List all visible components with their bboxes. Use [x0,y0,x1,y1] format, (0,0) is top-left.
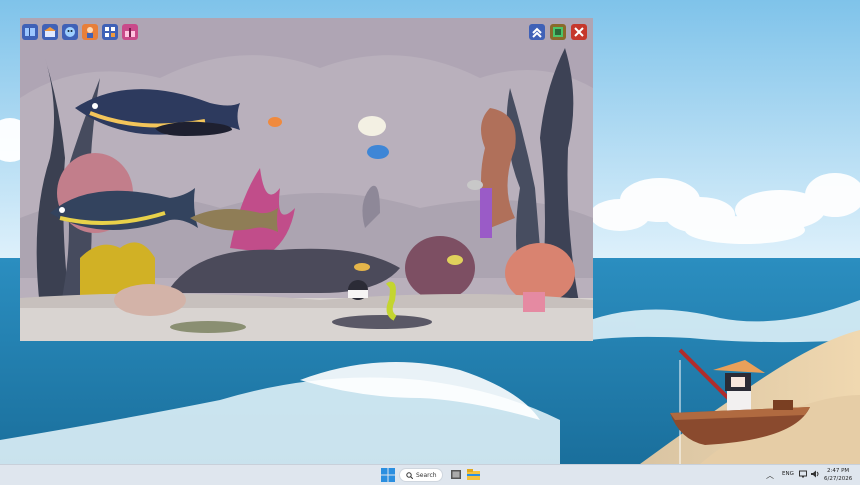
clock[interactable]: 2:47 PM 6/27/2026 [824,467,852,483]
window-icon[interactable] [550,24,566,40]
language-indicator[interactable]: ENG [782,471,794,477]
fisherman-boat-character[interactable] [665,345,815,465]
tray-chevron-up-icon[interactable]: ︿ [766,470,774,481]
windows-start-icon[interactable] [381,468,395,482]
task-view-icon[interactable] [451,469,461,480]
collapse-icon[interactable] [529,24,545,40]
aquarium-game-window[interactable] [20,18,593,341]
clock-date: 6/27/2026 [824,476,853,482]
gift-icon[interactable] [122,24,138,40]
display-icon[interactable] [799,470,807,478]
game-toolbar-left [22,24,138,40]
character-icon[interactable] [82,24,98,40]
taskbar-search[interactable]: Search [399,468,443,482]
clock-time: 2:47 PM [827,468,850,474]
search-label: Search [416,471,437,479]
aquarium-scene [20,18,593,341]
shop-icon[interactable] [42,24,58,40]
collection-icon[interactable] [102,24,118,40]
face-icon[interactable] [62,24,78,40]
search-icon [406,471,413,479]
volume-icon[interactable] [811,470,819,478]
system-tray [799,470,819,478]
file-explorer-icon[interactable] [467,469,480,480]
fish-book-icon[interactable] [22,24,38,40]
taskbar: Search ︿ ENG 2:47 PM 6/27/2026 [0,464,860,485]
game-toolbar-right [529,24,587,40]
close-icon[interactable] [571,24,587,40]
